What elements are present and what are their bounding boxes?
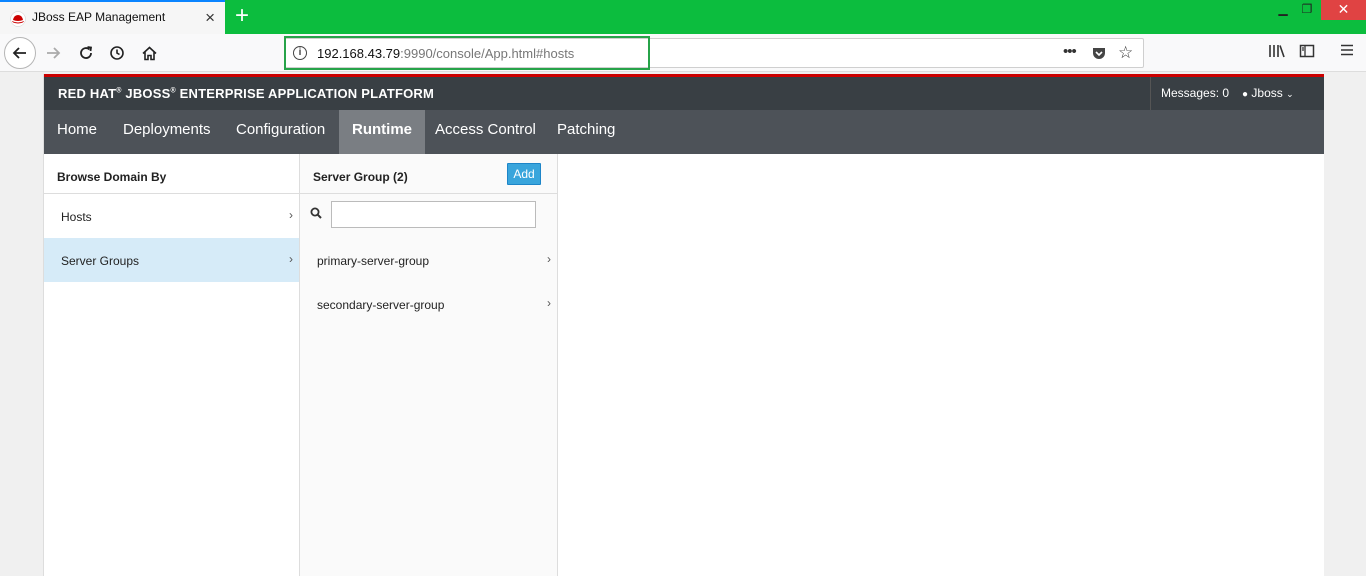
server-group-item-secondary[interactable]: secondary-server-group › [300,282,557,326]
menu-runtime[interactable]: Runtime [339,110,425,154]
server-group-label: secondary-server-group [317,298,445,312]
search-icon [310,207,322,219]
more-icon[interactable]: ••• [1063,43,1077,60]
tab-title: JBoss EAP Management [32,10,166,24]
server-group-column: Server Group (2) Add primary-server-grou… [300,154,558,576]
chevron-down-icon: ⌄ [1286,89,1294,99]
browse-item-label: Hosts [61,210,92,224]
window-close-icon[interactable]: ✕ [1321,0,1366,20]
browse-item-label: Server Groups [61,254,140,268]
chevron-right-icon: › [547,252,551,266]
back-icon[interactable] [4,37,36,69]
tab-strip: JBoss EAP Management × + ▁ ❐ ✕ [0,0,1366,34]
minimize-icon[interactable]: ▁ [1272,0,1294,20]
bookmark-star-icon[interactable]: ☆ [1118,43,1133,63]
user-menu[interactable]: ● Jboss ⌄ [1242,77,1294,110]
tab-close-icon[interactable]: × [205,8,215,28]
browse-domain-header: Browse Domain By [44,154,299,194]
server-group-item-primary[interactable]: primary-server-group › [300,238,557,282]
main-menu: Home Deployments Configuration Runtime A… [44,110,1324,154]
add-server-group-button[interactable]: Add [507,163,541,185]
sidebar-icon[interactable] [1299,43,1315,63]
product-logo[interactable]: RED HAT® JBOSS® ENTERPRISE APPLICATION P… [58,86,434,101]
url-highlight-box [284,36,650,70]
forward-icon[interactable] [38,38,68,68]
page-content: RED HAT® JBOSS® ENTERPRISE APPLICATION P… [43,74,1324,576]
maximize-icon[interactable]: ❐ [1296,0,1318,20]
menu-access-control[interactable]: Access Control [422,110,549,154]
menu-home[interactable]: Home [44,110,110,154]
reload-icon[interactable] [71,38,101,68]
new-tab-icon[interactable]: + [228,3,256,31]
redhat-favicon-icon [10,11,26,27]
messages-link[interactable]: Messages: 0 [1150,77,1229,110]
server-group-filter [300,194,557,238]
menu-configuration[interactable]: Configuration [223,110,338,154]
chevron-right-icon: › [289,208,293,222]
browse-domain-column: Browse Domain By Hosts › Server Groups › [44,154,300,576]
browse-item-server-groups[interactable]: Server Groups › [44,238,299,282]
server-group-title: Server Group (2) [313,170,408,184]
browse-item-hosts[interactable]: Hosts › [44,194,299,238]
server-group-header: Server Group (2) Add [300,154,557,194]
menu-deployments[interactable]: Deployments [110,110,224,154]
menu-icon[interactable] [1340,43,1354,61]
navigation-toolbar: i 192.168.43.79:9990/console/App.html#ho… [0,34,1366,72]
chevron-right-icon: › [289,252,293,266]
server-group-label: primary-server-group [317,254,430,268]
menu-patching[interactable]: Patching [544,110,628,154]
browser-tab[interactable]: JBoss EAP Management × [0,0,225,34]
server-group-search-input[interactable] [331,201,536,228]
chevron-right-icon: › [547,296,551,310]
brand-bar: RED HAT® JBOSS® ENTERPRISE APPLICATION P… [44,77,1324,110]
home-icon[interactable] [134,38,164,68]
library-icon[interactable] [1268,43,1286,63]
detail-panel [558,154,1324,576]
browse-domain-title: Browse Domain By [57,170,167,184]
history-icon[interactable] [102,38,132,68]
user-icon: ● [1242,89,1249,100]
pocket-icon[interactable] [1091,45,1107,64]
